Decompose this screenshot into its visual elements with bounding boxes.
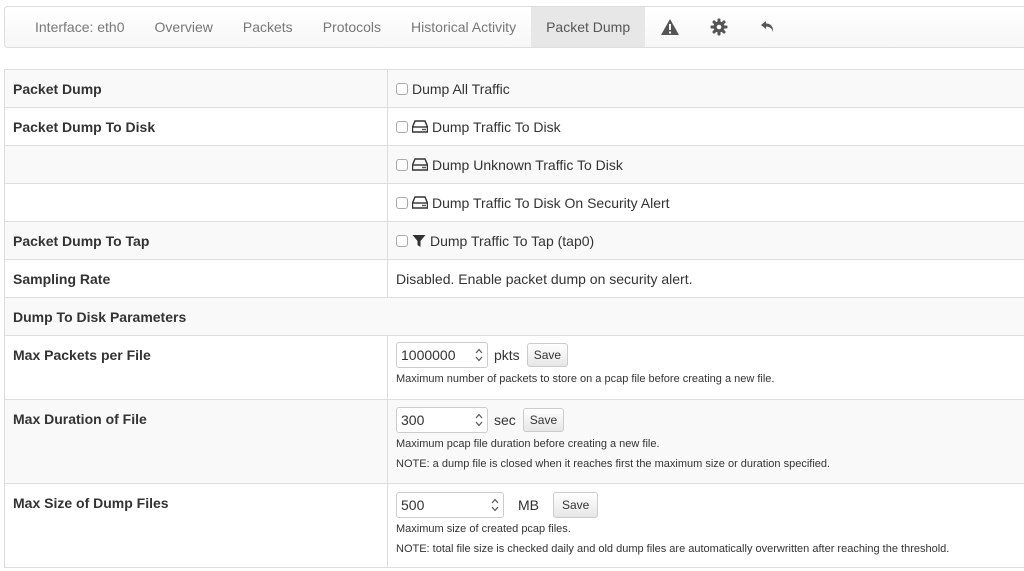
hdd-icon <box>412 120 428 133</box>
option-label: Dump Traffic To Disk <box>432 118 561 135</box>
unit-label: pkts <box>494 347 520 363</box>
gear-icon[interactable] <box>694 7 743 47</box>
spinner-icon <box>491 498 499 512</box>
dump-traffic-to-tap-checkbox[interactable] <box>396 234 408 247</box>
nav-protocols[interactable]: Protocols <box>308 7 396 47</box>
packet-dump-table: Packet Dump Dump All Traffic Packet Dump… <box>4 69 1024 568</box>
nav-packet-dump[interactable]: Packet Dump <box>531 7 646 47</box>
note-text: NOTE: total file size is checked daily a… <box>396 543 950 555</box>
option-label: Dump All Traffic <box>412 80 510 97</box>
row-label: Max Duration of File <box>4 399 388 484</box>
table-row: Max Packets per File 1000000 pkts Save M… <box>4 335 1024 400</box>
filter-icon <box>412 234 426 248</box>
dump-traffic-to-disk-checkbox[interactable] <box>396 120 408 133</box>
row-label: Max Packets per File <box>4 335 388 400</box>
table-row: Dump Traffic To Disk On Security Alert <box>4 183 1024 222</box>
option-label: Dump Traffic To Tap (tap0) <box>430 232 595 249</box>
row-label: Max Size of Dump Files <box>4 483 388 568</box>
spinner-icon <box>475 413 483 427</box>
unit-label: MB <box>518 497 539 513</box>
table-row: Packet Dump Dump All Traffic <box>4 69 1024 108</box>
save-max-size-button[interactable]: Save <box>553 492 599 518</box>
option-label: Dump Unknown Traffic To Disk <box>432 156 623 173</box>
undo-icon[interactable] <box>743 7 792 47</box>
table-row: Dump Unknown Traffic To Disk <box>4 145 1024 184</box>
section-title: Dump To Disk Parameters <box>4 297 1024 336</box>
dump-traffic-on-security-alert-checkbox[interactable] <box>396 196 408 209</box>
table-row: Max Size of Dump Files 500 MB Save Maxim… <box>4 483 1024 568</box>
nav-historical-activity[interactable]: Historical Activity <box>396 7 531 47</box>
table-row: Sampling Rate Disabled. Enable packet du… <box>4 259 1024 298</box>
help-text: Maximum number of packets to store on a … <box>396 373 775 385</box>
help-text: Maximum pcap file duration before creati… <box>396 438 660 450</box>
nav-packets[interactable]: Packets <box>228 7 308 47</box>
warning-icon[interactable] <box>645 7 694 47</box>
dump-all-traffic-checkbox[interactable] <box>396 82 408 95</box>
max-duration-input[interactable]: 300 <box>396 407 488 433</box>
top-navbar: Interface: eth0 Overview Packets Protoco… <box>4 6 1024 48</box>
help-text: Maximum size of created pcap files. <box>396 523 571 535</box>
dump-unknown-traffic-to-disk-checkbox[interactable] <box>396 158 408 171</box>
table-row: Packet Dump To Tap Dump Traffic To Tap (… <box>4 221 1024 260</box>
max-packets-input[interactable]: 1000000 <box>396 342 488 368</box>
table-row: Packet Dump To Disk Dump Traffic To Disk <box>4 107 1024 146</box>
option-label: Dump Traffic To Disk On Security Alert <box>432 194 670 211</box>
sampling-rate-value: Disabled. Enable packet dump on security… <box>396 270 693 287</box>
row-label: Sampling Rate <box>4 259 388 298</box>
save-max-packets-button[interactable]: Save <box>526 343 569 367</box>
note-text: NOTE: a dump file is closed when it reac… <box>396 458 831 470</box>
unit-label: sec <box>494 412 516 428</box>
row-label: Packet Dump To Disk <box>4 107 388 146</box>
nav-interface[interactable]: Interface: eth0 <box>5 7 140 47</box>
row-label: Packet Dump <box>4 69 388 108</box>
nav-overview[interactable]: Overview <box>140 7 228 47</box>
spinner-icon <box>475 348 483 362</box>
save-max-duration-button[interactable]: Save <box>522 408 565 432</box>
hdd-icon <box>412 158 428 171</box>
max-size-input[interactable]: 500 <box>396 492 504 518</box>
section-header: Dump To Disk Parameters <box>4 297 1024 336</box>
table-row: Max Duration of File 300 sec Save Maximu… <box>4 399 1024 484</box>
hdd-icon <box>412 196 428 209</box>
row-label: Packet Dump To Tap <box>4 221 388 260</box>
